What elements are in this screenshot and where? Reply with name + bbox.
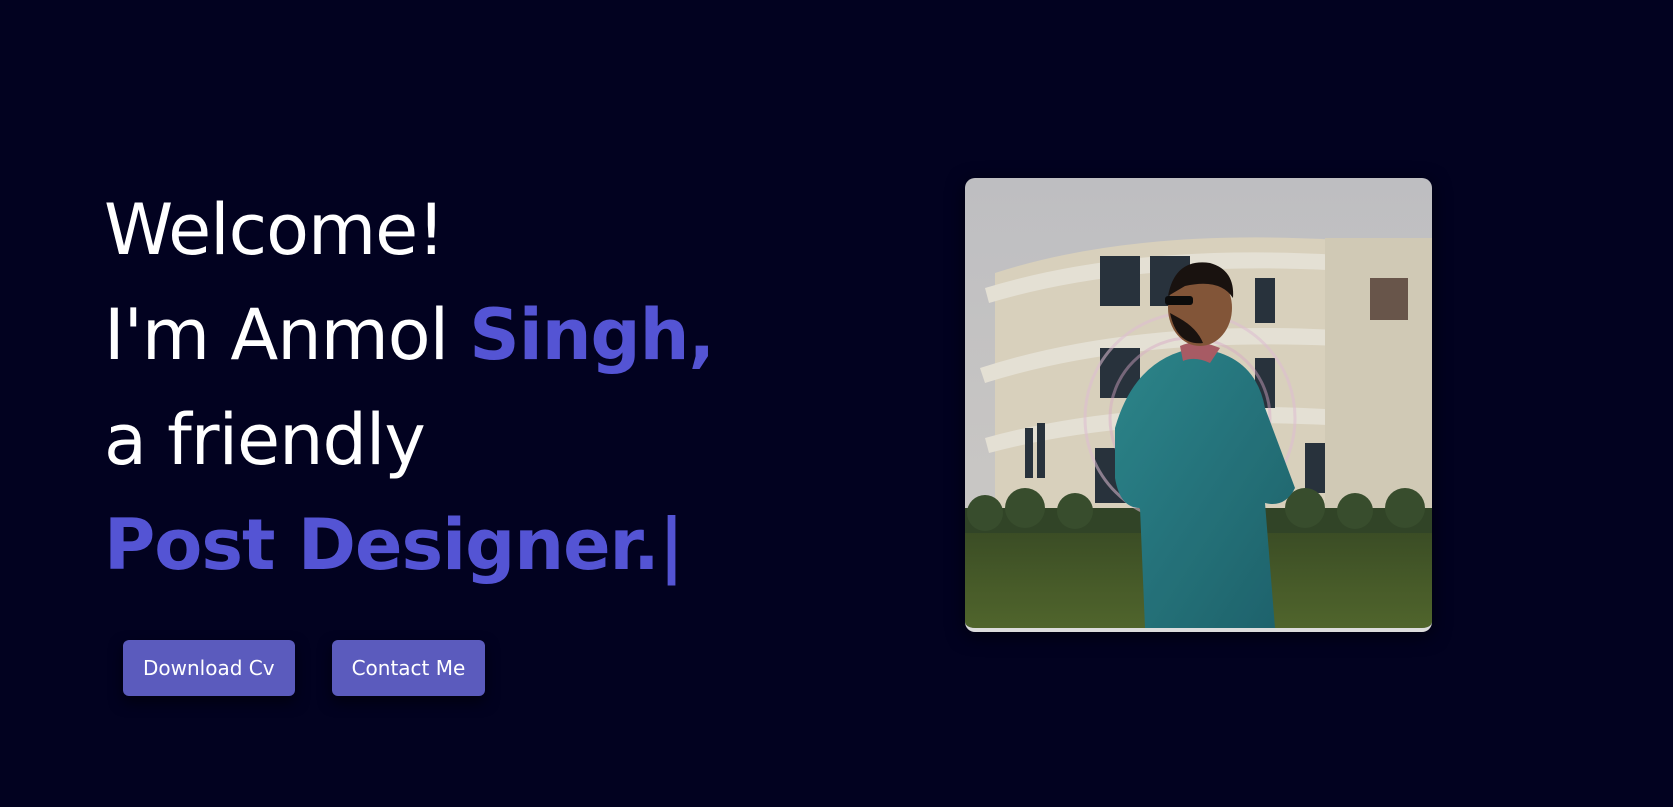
hero-heading: Welcome! I'm Anmol Singh, a friendly Pos… xyxy=(104,178,804,598)
download-cv-button[interactable]: Download Cv xyxy=(123,640,295,696)
profile-photo xyxy=(965,178,1432,632)
descriptor-line: a friendly xyxy=(104,399,426,481)
welcome-heading: Welcome! xyxy=(104,189,445,271)
person-photo-icon xyxy=(965,178,1432,628)
contact-me-button[interactable]: Contact Me xyxy=(331,640,486,696)
name-highlight: Singh, xyxy=(469,294,715,376)
role-line: Post Designer.| xyxy=(104,493,804,598)
role-text: Post Designer. xyxy=(104,504,660,586)
typing-cursor: | xyxy=(658,504,685,586)
intro-prefix: I'm Anmol xyxy=(104,294,470,376)
intro-line: I'm Anmol Singh, xyxy=(104,283,804,388)
hero-actions: Download Cv Contact Me xyxy=(123,640,486,696)
